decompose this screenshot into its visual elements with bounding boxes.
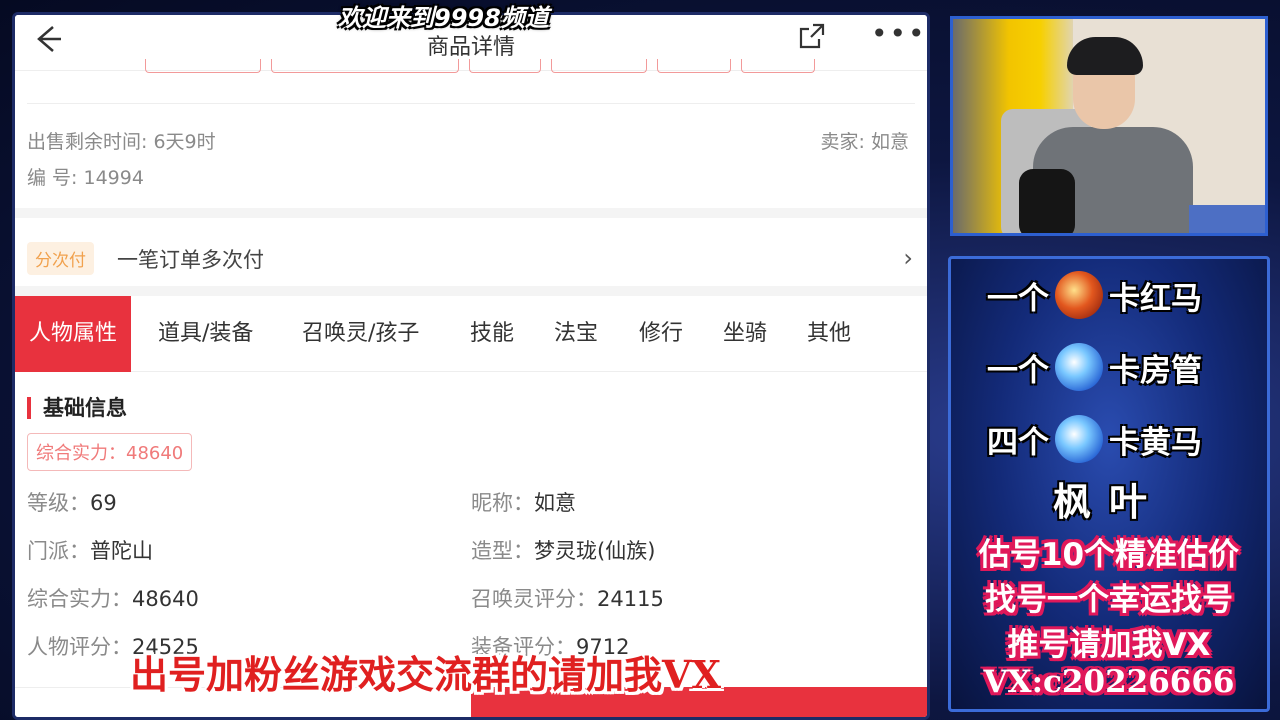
attr-level: 等级：69: [27, 491, 117, 515]
attr-nickname: 昵称：如意: [471, 491, 576, 515]
row-label: 卡黄马: [1109, 424, 1202, 461]
section-gap: [15, 208, 927, 218]
installment-badge: 分次付: [27, 242, 94, 275]
chevron-right-icon: ›: [903, 244, 913, 272]
tag-row: [145, 59, 815, 73]
serial-number: 编 号: 14994: [27, 167, 144, 189]
attr-summon-score: 召唤灵评分：24115: [471, 587, 664, 611]
tag[interactable]: [551, 59, 647, 73]
row-label: 卡红马: [1109, 280, 1202, 317]
tag[interactable]: [271, 59, 459, 73]
seller-name: 卖家: 如意: [820, 131, 909, 153]
attr-sect: 门派：普陀山: [27, 539, 153, 563]
row-count: 一个: [987, 352, 1049, 389]
stream-info-panel: 一个 卡红马 一个 卡房管 四个 卡黄马 枫叶 估号10个精准估价 找号一个幸运…: [948, 256, 1270, 712]
microphone: [1019, 169, 1075, 233]
share-icon[interactable]: [795, 19, 829, 53]
promo-line-vx-id: VX:c20226666: [983, 664, 1235, 700]
installment-row[interactable]: 分次付 一笔订单多次付 ›: [15, 220, 927, 290]
tab-character-attributes[interactable]: 人物属性: [15, 296, 132, 372]
tab-others[interactable]: 其他: [807, 296, 851, 372]
promo-line: 找号一个幸运找号: [985, 582, 1233, 618]
card-row-house-manager: 一个 卡房管: [987, 343, 1202, 391]
tab-treasures[interactable]: 法宝: [554, 296, 598, 372]
row-count: 四个: [987, 424, 1049, 461]
row-label: 卡房管: [1109, 352, 1202, 389]
red-orb-icon: [1055, 271, 1103, 319]
subtitle-caption: 出号加粉丝游戏交流群的请加我VX: [130, 652, 721, 697]
tab-skills[interactable]: 技能: [470, 296, 514, 372]
desk-items: [1189, 205, 1265, 233]
app-screen: 商品详情 ••• 出售剩余时间: 6天9时 卖家: 如意 编 号: 14994 …: [12, 12, 930, 720]
section-gap: [15, 286, 927, 296]
tab-mounts[interactable]: 坐骑: [723, 296, 767, 372]
blue-orb-icon: [1055, 343, 1103, 391]
blue-orb-icon: [1055, 415, 1103, 463]
divider: [27, 103, 915, 104]
more-dots-icon[interactable]: •••: [871, 17, 927, 50]
sale-remaining-time: 出售剩余时间: 6天9时: [27, 131, 216, 153]
tag[interactable]: [145, 59, 261, 73]
tab-cultivation[interactable]: 修行: [639, 296, 683, 372]
promo-line: 推号请加我VX: [1007, 627, 1211, 663]
installment-text: 一笔订单多次付: [117, 248, 264, 272]
welcome-banner: 欢迎来到9998频道: [338, 4, 549, 32]
tab-items-equipment[interactable]: 道具/装备: [158, 296, 253, 372]
promo-line: 估号10个精准估价: [978, 537, 1240, 573]
tag[interactable]: [741, 59, 815, 73]
streamer-hair: [1067, 37, 1143, 75]
tab-bar: 人物属性 道具/装备 召唤灵/孩子 技能 法宝 修行 坐骑 其他: [15, 296, 927, 372]
card-row-yellow-horse: 四个 卡黄马: [987, 415, 1202, 463]
attr-overall-power: 综合实力：48640: [27, 587, 199, 611]
attr-appearance: 造型：梦灵珑(仙族): [471, 539, 656, 563]
section-title-basic-info: 基础信息: [27, 397, 127, 419]
tab-summons-children[interactable]: 召唤灵/孩子: [302, 296, 419, 372]
webcam-feed: [950, 16, 1268, 236]
streamer-name: 枫叶: [1052, 480, 1165, 524]
tag[interactable]: [657, 59, 731, 73]
tag[interactable]: [469, 59, 541, 73]
power-badge: 综合实力：48640: [27, 433, 193, 471]
row-count: 一个: [987, 280, 1049, 317]
page-title: 商品详情: [426, 35, 515, 60]
card-row-red-horse: 一个 卡红马: [987, 271, 1202, 319]
